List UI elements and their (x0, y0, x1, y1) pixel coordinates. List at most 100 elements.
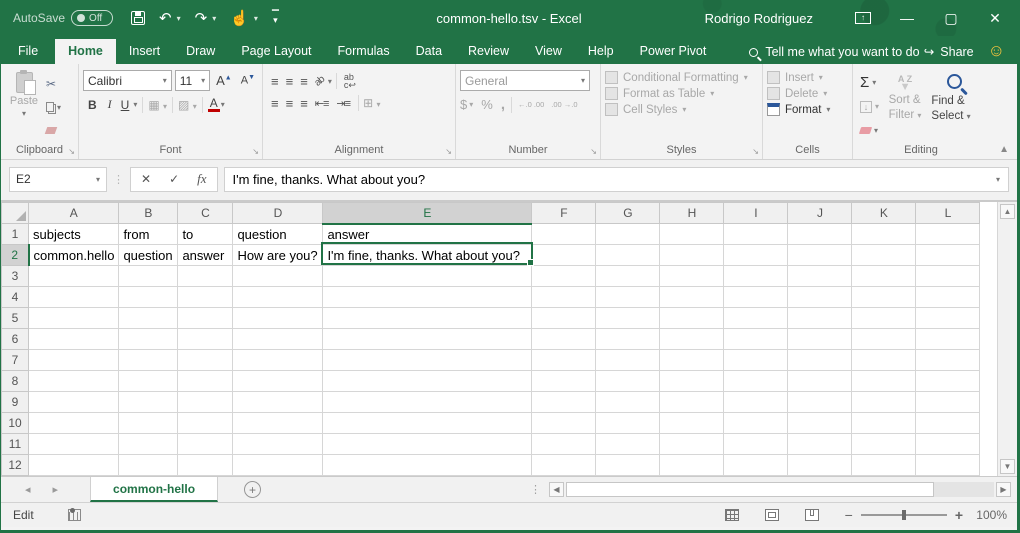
bold-button[interactable]: B (83, 97, 102, 113)
cut-button[interactable]: ✂ (43, 73, 64, 95)
cell-I10[interactable] (724, 413, 788, 434)
minimize-button[interactable]: — (885, 0, 929, 36)
horizontal-scroll-track[interactable] (566, 482, 994, 497)
insert-button[interactable]: Insert▾ (767, 71, 848, 84)
cell-A6[interactable] (29, 329, 119, 350)
select-all-corner[interactable] (2, 203, 29, 224)
cell-I9[interactable] (724, 392, 788, 413)
column-header-A[interactable]: A (29, 203, 119, 224)
cell-L5[interactable] (916, 308, 980, 329)
increase-decimal-button[interactable]: ←.0 .00 (518, 101, 544, 108)
cell-I11[interactable] (724, 434, 788, 455)
ribbon-display-options-button[interactable]: ↑ (841, 0, 885, 36)
cell-I2[interactable] (724, 245, 788, 266)
cell-H2[interactable] (660, 245, 724, 266)
cell-L6[interactable] (916, 329, 980, 350)
cell-C9[interactable] (178, 392, 233, 413)
font-dialog-launcher[interactable]: ↘ (252, 147, 259, 156)
cell-G9[interactable] (596, 392, 660, 413)
touch-mode-dropdown-icon[interactable]: ▾ (254, 14, 258, 23)
formula-input[interactable]: I'm fine, thanks. What about you? ▾ (224, 167, 1009, 192)
cell-J8[interactable] (788, 371, 852, 392)
scroll-right-icon[interactable]: ▶ (996, 482, 1011, 497)
cell-B8[interactable] (119, 371, 178, 392)
currency-format-button[interactable]: $ (460, 97, 467, 112)
cell-H7[interactable] (660, 350, 724, 371)
format-button[interactable]: Format▾ (767, 103, 848, 116)
sheet-tab-active[interactable]: common-hello (90, 477, 218, 502)
cell-D12[interactable] (233, 455, 323, 476)
cell-D3[interactable] (233, 266, 323, 287)
tab-scroll-splitter[interactable]: ⋮ (530, 483, 541, 496)
cell-J7[interactable] (788, 350, 852, 371)
number-dialog-launcher[interactable]: ↘ (590, 147, 597, 156)
cell-L1[interactable] (916, 224, 980, 245)
touch-mode-icon[interactable]: ☝ (230, 9, 249, 27)
cell-K6[interactable] (852, 329, 916, 350)
tab-file[interactable]: File (1, 39, 55, 64)
cell-K7[interactable] (852, 350, 916, 371)
wrap-text-button[interactable]: abc↩ (341, 73, 359, 89)
cell-G4[interactable] (596, 287, 660, 308)
tab-review[interactable]: Review (455, 39, 522, 64)
cell-E7[interactable] (323, 350, 532, 371)
bottom-align-button[interactable]: ≡ (296, 74, 311, 89)
cell-K2[interactable] (852, 245, 916, 266)
cell-K5[interactable] (852, 308, 916, 329)
comma-format-button[interactable]: , (501, 96, 505, 113)
row-header-11[interactable]: 11 (2, 434, 29, 455)
cell-H5[interactable] (660, 308, 724, 329)
column-header-L[interactable]: L (916, 203, 980, 224)
cell-E6[interactable] (323, 329, 532, 350)
cell-C4[interactable] (178, 287, 233, 308)
tell-me-search[interactable]: Tell me what you want to do (749, 45, 919, 64)
cell-B10[interactable] (119, 413, 178, 434)
cell-A8[interactable] (29, 371, 119, 392)
cell-B3[interactable] (119, 266, 178, 287)
column-header-E[interactable]: E (323, 203, 532, 224)
maximize-button[interactable]: ▢ (929, 0, 973, 36)
cell-C12[interactable] (178, 455, 233, 476)
cell-C2[interactable]: answer (178, 245, 233, 266)
format-painter-button[interactable] (43, 119, 64, 141)
row-header-9[interactable]: 9 (2, 392, 29, 413)
cell-G7[interactable] (596, 350, 660, 371)
cell-D4[interactable] (233, 287, 323, 308)
cell-A10[interactable] (29, 413, 119, 434)
cell-E2[interactable]: I'm fine, thanks. What about you? (323, 245, 532, 266)
row-header-12[interactable]: 12 (2, 455, 29, 476)
column-header-G[interactable]: G (596, 203, 660, 224)
cell-A2[interactable]: common.hello (29, 245, 119, 266)
close-button[interactable]: ✕ (973, 0, 1017, 36)
cell-I3[interactable] (724, 266, 788, 287)
cell-L3[interactable] (916, 266, 980, 287)
cell-G10[interactable] (596, 413, 660, 434)
cell-J9[interactable] (788, 392, 852, 413)
cell-A7[interactable] (29, 350, 119, 371)
cell-H4[interactable] (660, 287, 724, 308)
cell-H8[interactable] (660, 371, 724, 392)
cell-B5[interactable] (119, 308, 178, 329)
tab-view[interactable]: View (522, 39, 575, 64)
column-header-C[interactable]: C (178, 203, 233, 224)
cell-K4[interactable] (852, 287, 916, 308)
cell-E12[interactable] (323, 455, 532, 476)
top-align-button[interactable]: ≡ (267, 74, 282, 89)
cell-I5[interactable] (724, 308, 788, 329)
cell-F6[interactable] (532, 329, 596, 350)
cancel-entry-button[interactable]: ✕ (141, 172, 151, 186)
customize-qat-icon[interactable]: ▔▾ (272, 13, 279, 23)
merge-center-button[interactable]: ⊞ ▾ (363, 96, 380, 110)
name-box-dropdown-icon[interactable]: ▾ (96, 175, 100, 184)
undo-icon[interactable]: ↶ (159, 9, 172, 27)
sheet-nav-arrows[interactable]: ◂▸ (25, 483, 80, 496)
cell-G11[interactable] (596, 434, 660, 455)
cell-F1[interactable] (532, 224, 596, 245)
cell-J6[interactable] (788, 329, 852, 350)
page-layout-view-icon[interactable] (765, 509, 779, 521)
cell-B2[interactable]: question (119, 245, 178, 266)
cell-K9[interactable] (852, 392, 916, 413)
row-header-8[interactable]: 8 (2, 371, 29, 392)
scroll-left-icon[interactable]: ◀ (549, 482, 564, 497)
vertical-scrollbar[interactable]: ▲ ▼ (997, 202, 1017, 476)
